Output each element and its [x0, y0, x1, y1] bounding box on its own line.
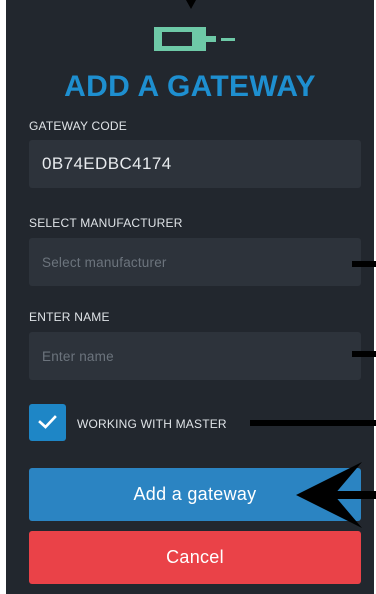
cancel-button[interactable]: Cancel — [29, 531, 361, 584]
manufacturer-label: SELECT MANUFACTURER — [29, 216, 183, 230]
name-input[interactable]: Enter name — [29, 332, 361, 380]
dialog-title: ADD A GATEWAY — [64, 70, 316, 103]
gateway-code-label: GATEWAY CODE — [29, 119, 127, 133]
add-gateway-button[interactable]: Add a gateway — [29, 468, 361, 521]
working-with-master-checkbox[interactable] — [29, 404, 66, 441]
name-label: ENTER NAME — [29, 310, 110, 324]
checkmark-icon — [38, 415, 57, 429]
gateway-device-icon — [153, 26, 239, 52]
gateway-code-field[interactable]: 0B74EDBC4174 — [29, 140, 361, 188]
working-with-master-label: WORKING WITH MASTER — [77, 417, 227, 431]
manufacturer-select[interactable]: Select manufacturer — [29, 238, 361, 286]
